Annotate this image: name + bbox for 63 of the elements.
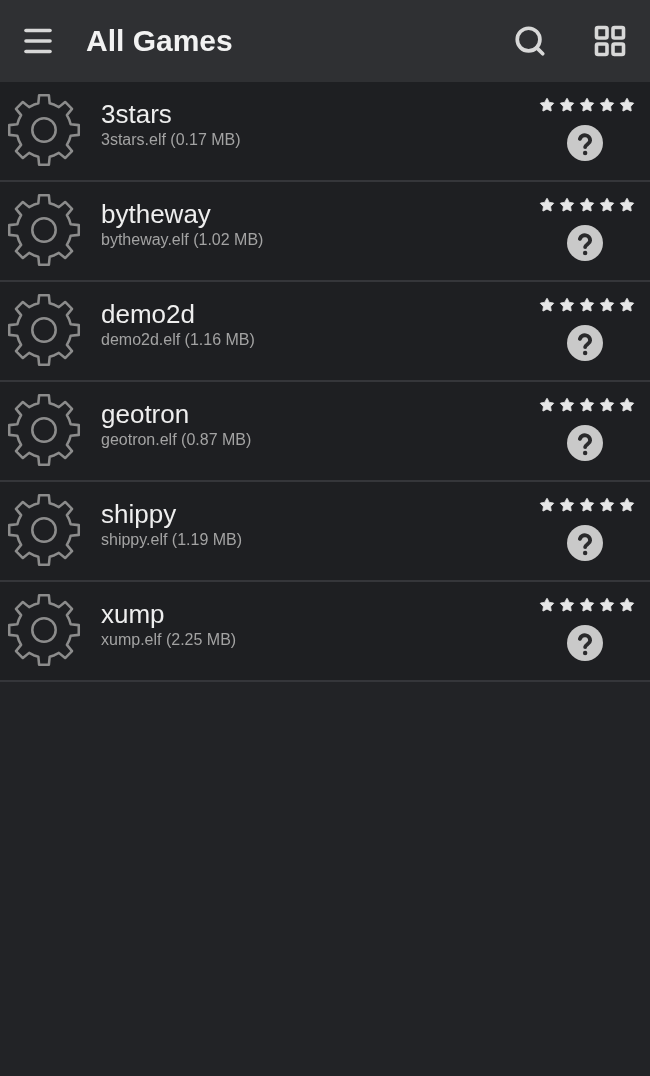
gear-icon	[5, 591, 83, 669]
star-icon	[559, 597, 575, 613]
star-icon	[619, 497, 635, 513]
gear-icon	[5, 491, 83, 569]
star-icon	[599, 397, 615, 413]
app-bar-title: All Games	[86, 26, 233, 56]
grid-view-icon[interactable]	[592, 23, 628, 59]
help-icon[interactable]	[567, 425, 603, 461]
star-icon	[539, 497, 555, 513]
game-list-item[interactable]: bytheway bytheway.elf (1.02 MB)	[0, 182, 650, 282]
star-icon	[559, 497, 575, 513]
help-icon[interactable]	[567, 325, 603, 361]
gear-icon	[5, 291, 83, 369]
help-icon[interactable]	[567, 225, 603, 261]
game-title: demo2d	[101, 298, 196, 330]
star-icon	[579, 97, 595, 113]
gear-icon	[5, 191, 83, 269]
game-file-info: xump.elf (2.25 MB)	[101, 630, 238, 650]
search-icon[interactable]	[512, 23, 548, 59]
game-file-info: demo2d.elf (1.16 MB)	[101, 330, 256, 350]
star-icon	[619, 397, 635, 413]
star-icon	[539, 397, 555, 413]
star-icon	[539, 597, 555, 613]
star-icon	[619, 197, 635, 213]
star-icon	[559, 197, 575, 213]
star-icon	[579, 397, 595, 413]
game-list-item[interactable]: geotron geotron.elf (0.87 MB)	[0, 382, 650, 482]
star-icon	[619, 97, 635, 113]
game-list-item[interactable]: 3stars 3stars.elf (0.17 MB)	[0, 82, 650, 182]
star-icon	[599, 297, 615, 313]
help-icon[interactable]	[567, 525, 603, 561]
game-title: geotron	[101, 398, 191, 430]
star-icon	[599, 497, 615, 513]
star-icon	[579, 197, 595, 213]
game-file-info: bytheway.elf (1.02 MB)	[101, 230, 265, 250]
help-icon[interactable]	[567, 125, 603, 161]
game-file-info: shippy.elf (1.19 MB)	[101, 530, 244, 550]
star-icon	[559, 397, 575, 413]
star-icon	[619, 597, 635, 613]
star-icon	[579, 597, 595, 613]
help-icon[interactable]	[567, 625, 603, 661]
game-list-item[interactable]: xump xump.elf (2.25 MB)	[0, 582, 650, 682]
game-file-info: geotron.elf (0.87 MB)	[101, 430, 253, 450]
star-icon	[599, 597, 615, 613]
star-icon	[539, 197, 555, 213]
star-icon	[579, 297, 595, 313]
game-list-item[interactable]: demo2d demo2d.elf (1.16 MB)	[0, 282, 650, 382]
star-icon	[559, 97, 575, 113]
star-icon	[599, 97, 615, 113]
game-file-info: 3stars.elf (0.17 MB)	[101, 130, 242, 150]
gear-icon	[5, 91, 83, 169]
star-icon	[539, 297, 555, 313]
game-title: xump	[101, 598, 166, 630]
game-title: bytheway	[101, 198, 212, 230]
star-icon	[619, 297, 635, 313]
game-title: shippy	[101, 498, 178, 530]
gear-icon	[5, 391, 83, 469]
star-icon	[559, 297, 575, 313]
game-list-item[interactable]: shippy shippy.elf (1.19 MB)	[0, 482, 650, 582]
star-icon	[579, 497, 595, 513]
star-icon	[539, 97, 555, 113]
game-title: 3stars	[101, 98, 173, 130]
star-icon	[599, 197, 615, 213]
